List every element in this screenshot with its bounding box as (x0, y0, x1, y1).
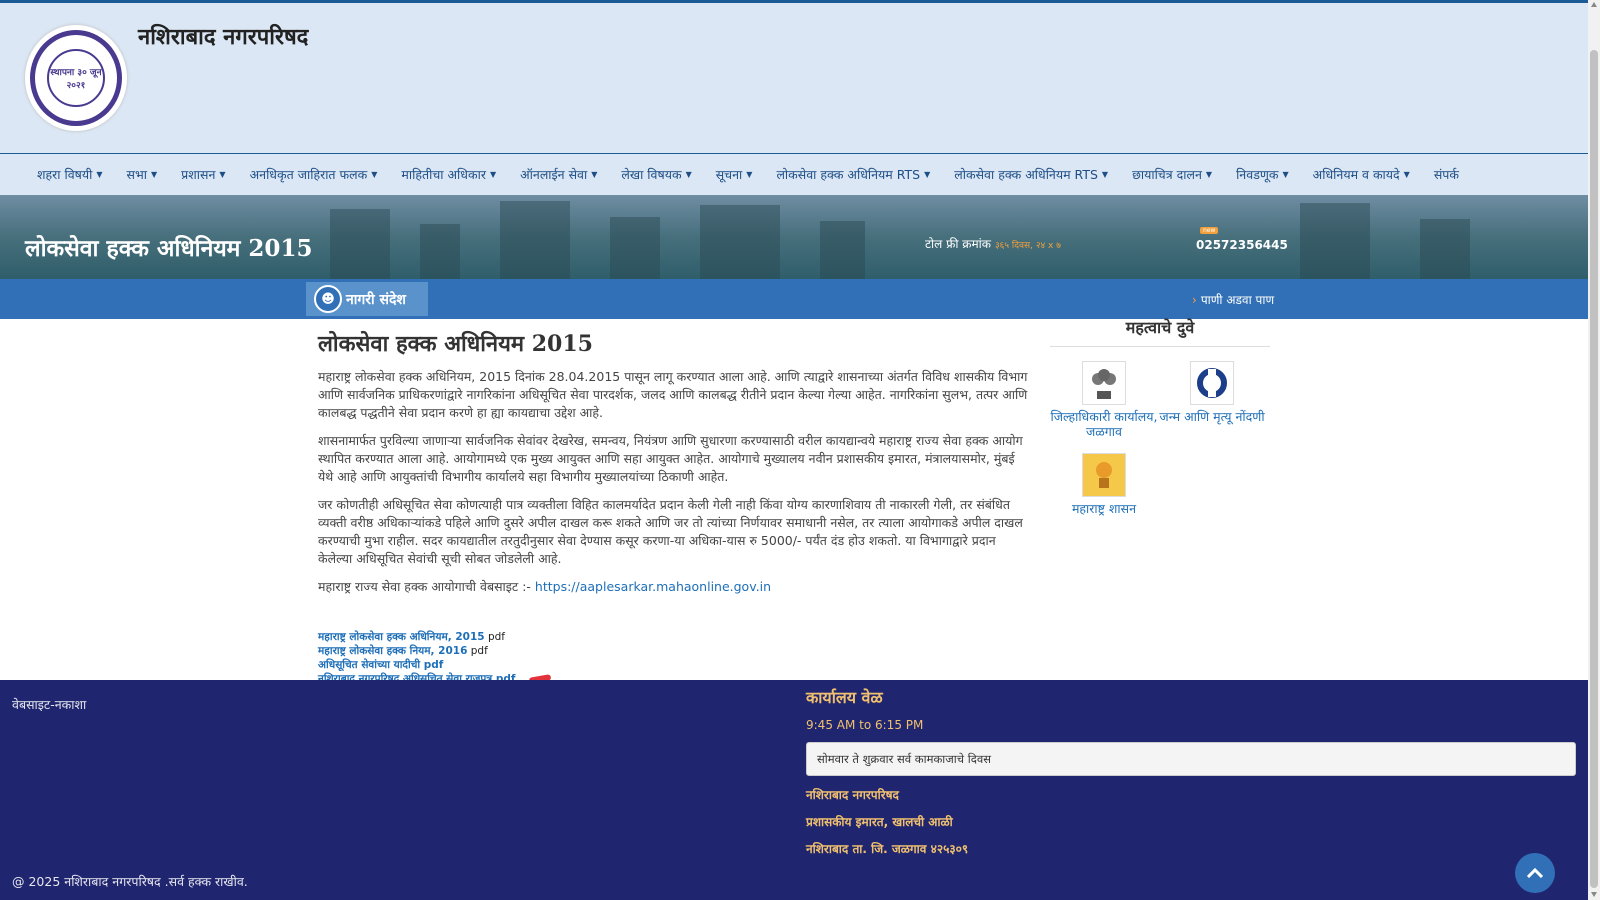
banner-building-shape (500, 201, 570, 279)
pdf-link-act-2015[interactable]: महाराष्ट्र लोकसेवा हक्क अधिनियम, 2015 (318, 631, 485, 643)
link-label: महाराष्ट्र शासन (1071, 501, 1137, 516)
chevron-right-icon: › (1192, 293, 1197, 307)
nav-item-rti[interactable]: माहितीचा अधिकार ▼ (389, 166, 508, 183)
link-label: जिल्हाधिकारी कार्यालय, जळगाव (1050, 409, 1158, 439)
office-info: कार्यालय वेळ 9:45 AM to 6:15 PM सोमवार त… (806, 686, 1576, 857)
link-label: जन्म आणि मृत्यू नोंदणी (1159, 409, 1265, 424)
banner-building-shape (700, 205, 780, 279)
pdf-link-services-list[interactable]: अधिसूचित सेवांच्या यादीची pdf (318, 659, 443, 671)
banner-building-shape (1300, 203, 1370, 279)
important-links-title: महत्वाचे दुवे (1050, 316, 1270, 347)
tollfree-info: टोल फ्री क्रमांक ३६५ दिवस, २४ x ७ (925, 235, 1061, 252)
caret-down-icon: ▼ (924, 170, 931, 179)
tollfree-hours: ३६५ दिवस, २४ x ७ (995, 241, 1061, 251)
logo-seal-text: स्थापना ३० जून २०२१ (47, 49, 105, 107)
nav-item-elections[interactable]: निवडणूक ▼ (1224, 166, 1301, 183)
address-line: नशिराबाद नगरपरिषद (806, 788, 899, 802)
citizen-message-icon: ☻ (314, 285, 342, 313)
nav-item-rts-1[interactable]: लोकसेवा हक्क अधिनियम RTS ▼ (764, 166, 942, 183)
phone-number[interactable]: 02572356445 (1196, 238, 1288, 252)
tollfree-label: टोल फ्री क्रमांक (925, 237, 991, 251)
website-line: महाराष्ट्र राज्य सेवा हक्क आयोगाची वेबसा… (318, 578, 1028, 596)
caret-down-icon: ▼ (489, 170, 497, 179)
nav-item-rts-2[interactable]: लोकसेवा हक्क अधिनियम RTS ▼ (942, 166, 1120, 183)
ticker-message[interactable]: › पाणी अडवा पाण (1192, 291, 1274, 308)
news-ticker: ☻ नागरी संदेश › पाणी अडवा पाण (0, 279, 1588, 319)
pdf-list: महाराष्ट्र लोकसेवा हक्क अधिनियम, 2015 pd… (318, 630, 1028, 686)
banner-building-shape (330, 209, 390, 279)
caret-down-icon: ▼ (1205, 170, 1213, 179)
caret-down-icon: ▼ (746, 170, 753, 179)
office-hours: 9:45 AM to 6:15 PM (806, 718, 924, 732)
nav-item-about-city[interactable]: शहरा विषयी ▼ (25, 166, 115, 183)
pdf-item: महाराष्ट्र लोकसेवा हक्क अधिनियम, 2015 pd… (318, 630, 1028, 644)
caret-down-icon: ▼ (96, 170, 103, 179)
important-links-grid: जिल्हाधिकारी कार्यालय, जळगाव जन्म आणि मृ… (1050, 361, 1270, 530)
main-nav: शहरा विषयी ▼ सभा ▼ प्रशासन ▼ अनधिकृत जाहिरा… (0, 153, 1588, 195)
address-line: प्रशासकीय इमारत, खालची आळी (806, 815, 953, 829)
banner-building-shape (820, 221, 865, 279)
pdf-link-rules-2016[interactable]: महाराष्ट्र लोकसेवा हक्क नियम, 2016 (318, 645, 467, 657)
link-collector-office[interactable]: जिल्हाधिकारी कार्यालय, जळगाव (1050, 361, 1158, 439)
nav-item-acts-rules[interactable]: अधिनियम व कायदे ▼ (1301, 166, 1422, 183)
nav-item-meetings[interactable]: सभा ▼ (115, 166, 170, 183)
site-footer: वेबसाइट-नकाशा कार्यालय वेळ 9:45 AM to 6:… (0, 680, 1588, 900)
birth-death-icon (1190, 361, 1234, 405)
link-maharashtra-govt[interactable]: महाराष्ट्र शासन (1050, 453, 1158, 516)
website-label: महाराष्ट्र राज्य सेवा हक्क आयोगाची वेबसा… (318, 579, 531, 594)
pdf-item: महाराष्ट्र लोकसेवा हक्क नियम, 2016 pdf (318, 644, 1028, 658)
pdf-item: अधिसूचित सेवांच्या यादीची pdf (318, 658, 1028, 672)
caret-down-icon: ▼ (685, 170, 692, 179)
content-paragraph: महाराष्ट्र लोकसेवा हक्क अधिनियम, 2015 दि… (318, 369, 1028, 420)
website-link[interactable]: https://aaplesarkar.mahaonline.gov.in (535, 579, 771, 594)
caret-down-icon: ▼ (219, 170, 226, 179)
nav-item-notices[interactable]: सूचना ▼ (704, 166, 765, 183)
caret-down-icon: ▼ (1101, 170, 1109, 179)
scroll-down-arrow-icon[interactable] (1591, 892, 1597, 897)
emblem-icon (1082, 361, 1126, 405)
page-heading: लोकसेवा हक्क अधिनियम 2015 (318, 331, 593, 357)
banner-building-shape (420, 224, 460, 279)
site-title: नशिराबाद नगरपरिषद (138, 24, 309, 50)
sitemap-link[interactable]: वेबसाइट-नकाशा (12, 696, 86, 713)
nav-item-contact[interactable]: संपर्क (1422, 166, 1471, 183)
page-banner: लोकसेवा हक्क अधिनियम 2015 टोल फ्री क्रमा… (0, 195, 1588, 279)
banner-building-shape (1420, 219, 1470, 279)
banner-building-shape (610, 217, 660, 279)
caret-down-icon: ▼ (591, 170, 598, 179)
scrollbar-thumb[interactable] (1590, 50, 1598, 888)
pdf-suffix: pdf (487, 631, 505, 643)
nav-item-online-services[interactable]: ऑनलाईन सेवा ▼ (508, 166, 609, 183)
site-header: स्थापना ३० जून २०२१ नशिराबाद नगरपरिषद (0, 3, 1588, 153)
office-days-box: सोमवार ते शुक्रवार सर्व कामकाजाचे दिवस (806, 742, 1576, 776)
scroll-up-arrow-icon[interactable] (1591, 2, 1597, 7)
chevron-up-icon (1527, 868, 1543, 878)
ticker-label: ☻ नागरी संदेश (306, 282, 428, 316)
caret-down-icon: ▼ (371, 170, 378, 179)
page-scrollbar[interactable] (1588, 0, 1600, 900)
address-line: नशिराबाद ता. जि. जळगाव ४२५३०९ (806, 842, 969, 856)
ticker-message-text: पाणी अडवा पाण (1200, 293, 1275, 307)
pdf-suffix: pdf (470, 645, 488, 657)
nav-item-accounts[interactable]: लेखा विषयक ▼ (609, 166, 703, 183)
ticker-label-text: नागरी संदेश (346, 291, 406, 308)
office-hours-title: कार्यालय वेळ (806, 688, 883, 707)
maharashtra-emblem-icon (1082, 453, 1126, 497)
link-birth-death[interactable]: जन्म आणि मृत्यू नोंदणी (1158, 361, 1266, 439)
content-paragraph: जर कोणतीही अधिसूचित सेवा कोणत्याही पात्र… (318, 497, 1023, 566)
nav-item-administration[interactable]: प्रशासन ▼ (169, 166, 237, 183)
site-logo[interactable]: स्थापना ३० जून २०२१ (25, 25, 127, 131)
caret-down-icon: ▼ (1403, 170, 1410, 179)
nav-item-illegal-hoardings[interactable]: अनधिकृत जाहिरात फलक ▼ (238, 166, 390, 183)
nav-item-gallery[interactable]: छायाचित्र दालन ▼ (1120, 166, 1224, 183)
scroll-to-top-button[interactable] (1515, 853, 1555, 893)
copyright: @ 2025 नशिराबाद नगरपरिषद .सर्व हक्क राखी… (12, 874, 248, 889)
caret-down-icon: ▼ (1282, 170, 1289, 179)
important-links: महत्वाचे दुवे जिल्हाधिकारी कार्यालय, जळग… (1050, 316, 1270, 530)
content-paragraph: शासनामार्फत पुरविल्या जाणाऱ्या सार्वजनिक… (318, 433, 1023, 484)
main-content: लोकसेवा हक्क अधिनियम 2015 महाराष्ट्र लोक… (318, 328, 1028, 686)
banner-title: लोकसेवा हक्क अधिनियम 2015 (25, 235, 313, 262)
new-badge: new (1200, 227, 1219, 234)
caret-down-icon: ▼ (151, 170, 158, 179)
